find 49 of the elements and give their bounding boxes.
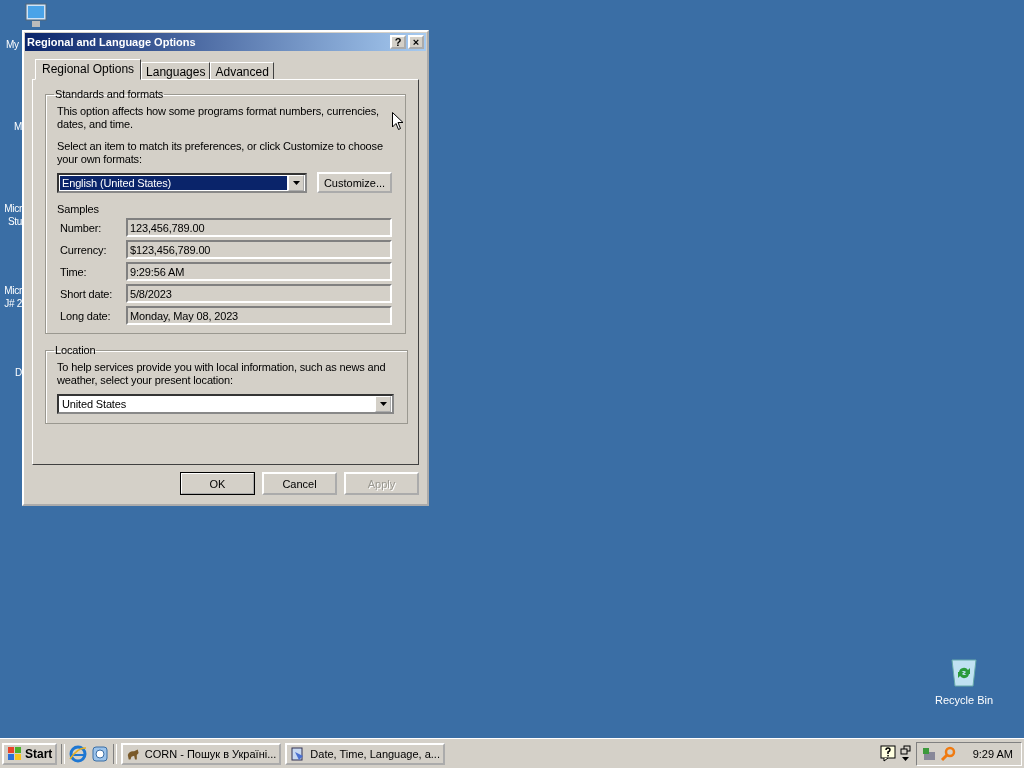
description-text: This option affects how some programs format numbers, currencies, dates, and time. bbox=[57, 105, 381, 131]
sample-field: 9:29:56 AM bbox=[126, 262, 392, 281]
sample-field: 5/8/2023 bbox=[126, 284, 392, 303]
clock[interactable]: 9:29 AM bbox=[972, 747, 1013, 760]
windows-logo-icon bbox=[7, 746, 23, 761]
sample-label: Long date: bbox=[59, 309, 112, 322]
recycle-bin-icon[interactable] bbox=[949, 656, 979, 688]
customize-button[interactable]: Customize... bbox=[317, 172, 392, 193]
desktop-icon[interactable] bbox=[91, 744, 110, 763]
dialog-button[interactable]: OK bbox=[180, 472, 255, 495]
sample-label: Time: bbox=[59, 265, 88, 278]
desktop-icon-label[interactable]: M bbox=[13, 120, 22, 133]
group-title: Location bbox=[54, 344, 97, 356]
desktop-icon-label[interactable]: D bbox=[15, 366, 22, 379]
desktop-icon-label[interactable]: Recycle Bin bbox=[934, 694, 994, 707]
description-text: To help services provide you with local information, such as news and weather, select your present location: bbox=[57, 361, 387, 387]
start-button[interactable]: Start bbox=[2, 742, 58, 765]
sample-field: Monday, May 08, 2023 bbox=[126, 306, 392, 325]
sample-label: Currency: bbox=[59, 243, 108, 256]
taskbar-button[interactable]: Date, Time, Language, a... bbox=[285, 742, 446, 765]
desktop-icon-label[interactable]: Stu bbox=[7, 215, 22, 228]
location-dropdown[interactable]: United States bbox=[57, 394, 394, 414]
sample-field: 123,456,789.00 bbox=[126, 218, 392, 237]
sample-field: $123,456,789.00 bbox=[126, 240, 392, 259]
desktop-icon-label[interactable]: Micr bbox=[4, 202, 22, 215]
desktop-icon-label[interactable]: Micr bbox=[4, 284, 22, 297]
network-icon[interactable] bbox=[920, 745, 937, 762]
taskbar-button[interactable]: CORN - Пошук в Україні... bbox=[121, 742, 282, 765]
browser-icon[interactable] bbox=[69, 744, 88, 763]
format-dropdown[interactable]: English (United States) bbox=[57, 172, 307, 193]
desktop-icon-label[interactable]: J# 2 bbox=[4, 297, 22, 310]
dropdown-arrow-icon bbox=[379, 402, 387, 406]
dropdown-arrow-icon bbox=[292, 180, 300, 185]
help-icon[interactable] bbox=[879, 745, 896, 762]
desktop-icon-label[interactable]: My bbox=[6, 38, 19, 51]
restore-arrow-icon[interactable] bbox=[899, 744, 912, 763]
dialog-button[interactable]: Cancel bbox=[262, 472, 337, 495]
sample-label: Short date: bbox=[59, 287, 114, 300]
sample-label: Number: bbox=[59, 221, 103, 234]
window-title: Regional and Language Options bbox=[27, 36, 197, 48]
help-button[interactable]: ? bbox=[390, 35, 406, 49]
close-button[interactable]: × bbox=[408, 35, 424, 49]
samples-label: Samples bbox=[57, 203, 100, 215]
group-title: Standards and formats bbox=[54, 88, 165, 100]
instruction-text: Select an item to match its preferences, or click Customize to choose your own formats: bbox=[57, 140, 384, 166]
tab[interactable]: Languages bbox=[141, 62, 211, 80]
mouse-cursor-icon bbox=[392, 112, 404, 131]
tab[interactable]: Advanced bbox=[210, 62, 274, 80]
tab[interactable]: Regional Options bbox=[35, 59, 142, 80]
